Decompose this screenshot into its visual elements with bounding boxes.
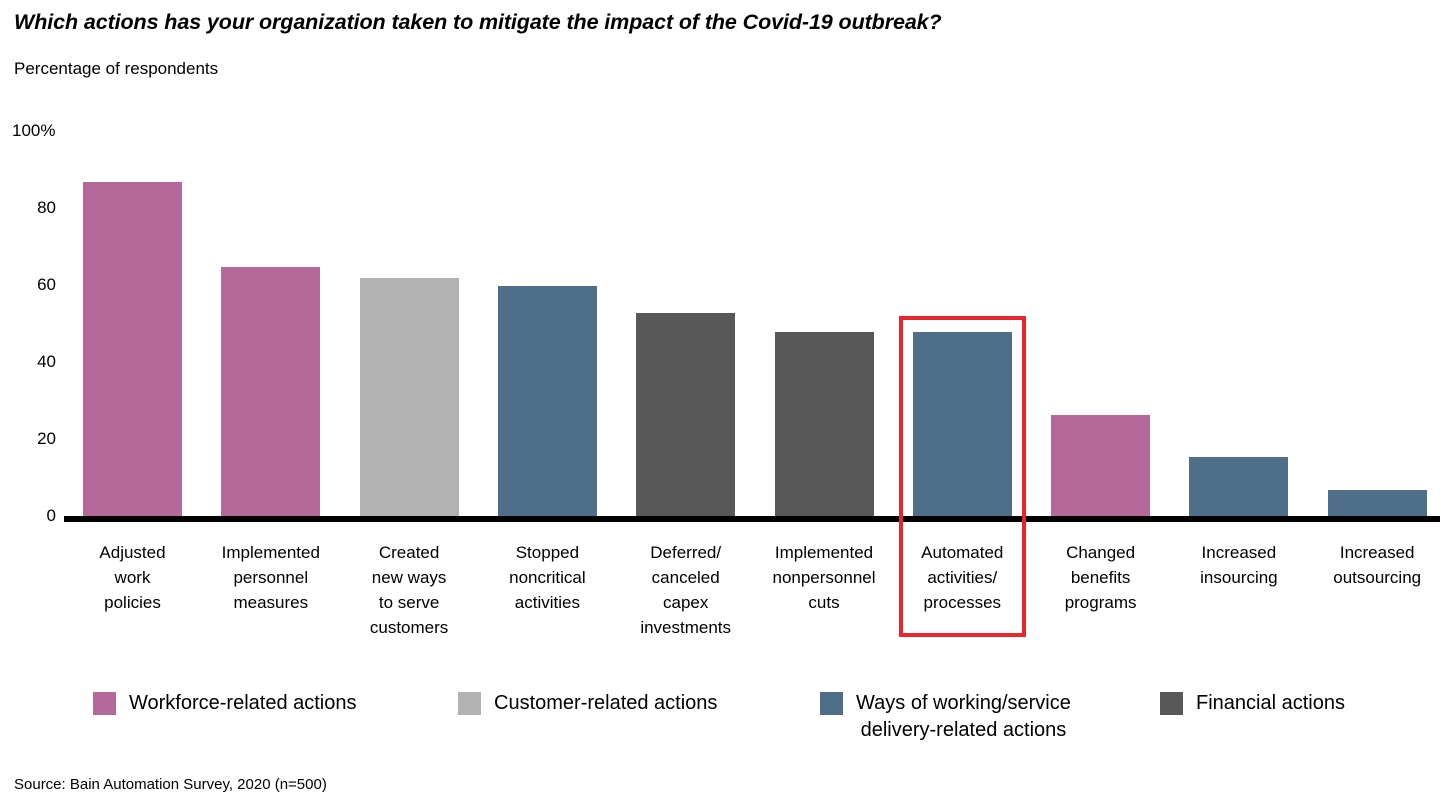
x-axis-label-line: customers	[369, 618, 449, 637]
x-axis-label-line: Implemented	[774, 543, 874, 562]
x-axis-label-line: policies	[104, 593, 161, 612]
x-axis-label-line: Deferred/	[650, 543, 722, 562]
x-axis-label-line: nonpersonnel	[772, 568, 876, 587]
bar	[221, 266, 321, 517]
bar	[1189, 457, 1289, 517]
x-axis-label-line: Automated	[921, 543, 1004, 562]
x-axis-label-line: personnel	[233, 568, 309, 587]
x-axis-label-line: processes	[923, 593, 1002, 612]
x-axis-label-line: Created	[378, 543, 440, 562]
legend-label-customer: Customer-related actions	[494, 692, 718, 714]
x-axis-label-line: benefits	[1070, 568, 1131, 587]
bar	[912, 332, 1012, 517]
x-axis-line	[64, 516, 1440, 522]
x-axis-label: Created new ways to serve customers	[334, 540, 484, 640]
x-axis-label-line: canceled	[651, 568, 720, 587]
legend-swatch-workforce	[93, 692, 116, 715]
x-axis-label-line: investments	[640, 618, 732, 637]
legend-label-ways_of_working: Ways of working/service delivery-related…	[856, 692, 1071, 741]
x-axis-label-line: cuts	[808, 593, 840, 612]
x-axis-label: Adjusted work policies	[58, 540, 208, 615]
x-axis-label: Implemented nonpersonnel cuts	[749, 540, 899, 615]
x-axis-label-line: noncritical	[509, 568, 586, 587]
x-axis-label: Stopped noncritical activities	[472, 540, 622, 615]
bar	[636, 312, 736, 517]
bar	[774, 332, 874, 517]
chart-page: Which actions has your organization take…	[0, 0, 1440, 810]
bar-column	[359, 0, 459, 517]
bar	[1051, 414, 1151, 517]
bar-column	[83, 0, 182, 517]
x-axis-label-line: Implemented	[221, 543, 320, 562]
x-axis-label-line: programs	[1064, 593, 1137, 612]
bar-column	[1051, 0, 1151, 517]
legend-item-customer: Customer-related actions	[458, 690, 717, 717]
x-axis-label: Implemented personnel measures	[196, 540, 346, 615]
bar	[359, 278, 459, 517]
bar-column	[497, 0, 597, 517]
x-axis-label-line: capex	[663, 593, 709, 612]
x-axis-label-line: to serve	[378, 593, 440, 612]
legend-swatch-customer	[458, 692, 481, 715]
legend-swatch-financial	[1160, 692, 1183, 715]
bar-column	[1189, 0, 1289, 517]
x-axis-label-line: activities	[514, 593, 580, 612]
x-axis-label: Increased insourcing	[1164, 540, 1314, 590]
legend: Workforce-related actions Customer-relate…	[0, 690, 1440, 750]
x-axis-label-line: outsourcing	[1333, 568, 1422, 587]
bar-column	[221, 0, 321, 517]
legend-item-ways_of_working: Ways of working/service delivery-related…	[820, 690, 1071, 744]
source-note: Source: Bain Automation Survey, 2020 (n=…	[14, 776, 327, 793]
bar-column	[1327, 0, 1427, 517]
x-axis-label-line: activities/	[927, 568, 998, 587]
x-axis-label: Changed benefits programs	[1026, 540, 1176, 615]
x-axis-label-line: Increased	[1201, 543, 1277, 562]
bar-column	[774, 0, 874, 517]
x-axis-label: Increased outsourcing	[1302, 540, 1440, 590]
x-axis-label-line: insourcing	[1200, 568, 1278, 587]
bar	[83, 182, 182, 517]
x-axis-label-line: work	[114, 568, 151, 587]
legend-label-workforce: Workforce-related actions	[129, 692, 357, 714]
bar	[497, 286, 597, 517]
x-axis-label-line: measures	[233, 593, 309, 612]
legend-label-financial: Financial actions	[1196, 692, 1345, 714]
x-axis-label: Automated activities/processes	[887, 540, 1037, 615]
bars-layer	[0, 0, 1440, 517]
x-axis-label-line: Changed	[1066, 543, 1136, 562]
plot-area: 0 20 40 60 80 100% Adjusted work policies Implem…	[0, 0, 1440, 810]
bar-column	[912, 0, 1012, 517]
legend-swatch-ways_of_working	[820, 692, 843, 715]
x-axis-label-line: Stopped	[515, 543, 580, 562]
x-axis-label-line: Adjusted	[99, 543, 166, 562]
x-axis-label-line: new ways	[371, 568, 447, 587]
legend-item-workforce: Workforce-related actions	[93, 690, 357, 717]
legend-item-financial: Financial actions	[1160, 690, 1345, 717]
bar-column	[636, 0, 736, 517]
x-axis-label: Deferred/canceled capex investments	[611, 540, 761, 640]
bar	[1327, 490, 1427, 517]
x-axis-label-line: Increased	[1339, 543, 1415, 562]
